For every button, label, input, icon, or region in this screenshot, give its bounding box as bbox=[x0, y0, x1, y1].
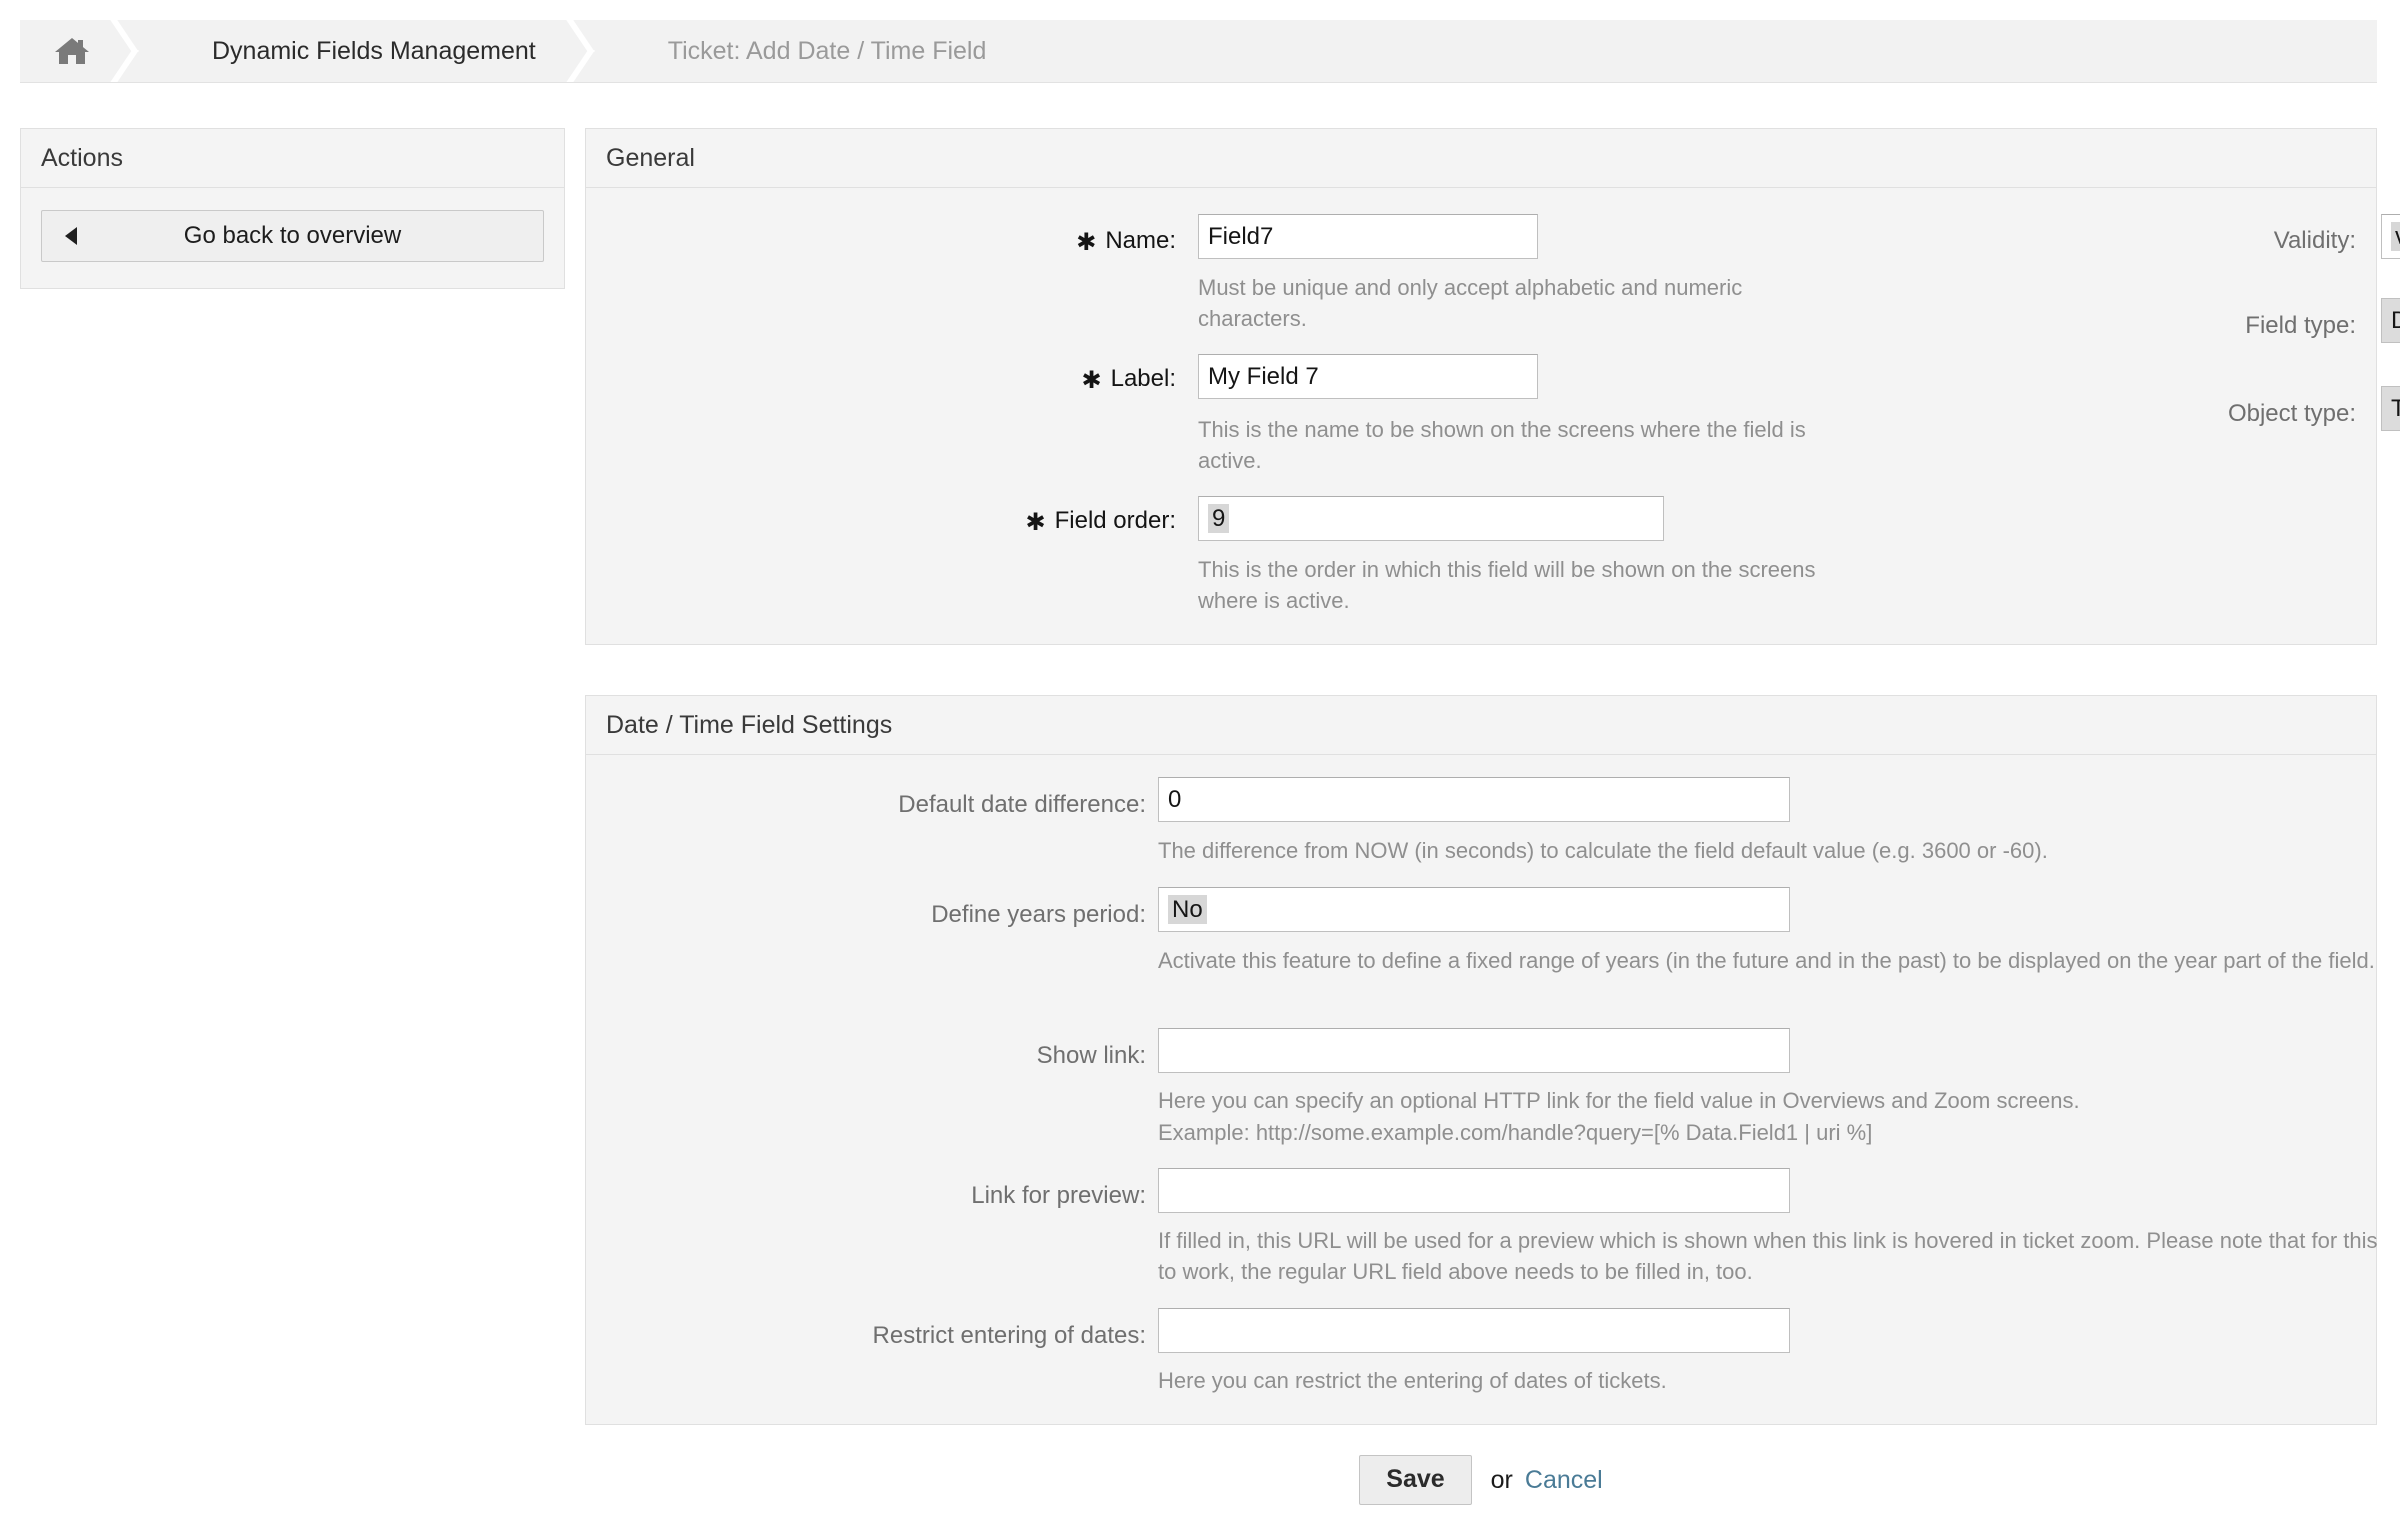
define-years-period-value: No bbox=[1168, 895, 1207, 924]
object-type-label: Object type: bbox=[2227, 400, 2356, 427]
actions-panel-body: Go back to overview bbox=[21, 188, 564, 288]
breadcrumb-item-add-date-time-field: Ticket: Add Date / Time Field bbox=[626, 20, 1031, 82]
general-panel-body: ✱ Name: Field7 Must be unique and only ac… bbox=[586, 188, 2400, 644]
field-order-hint: This is the order in which this field wi… bbox=[1198, 557, 1816, 614]
sidebar: Actions Go back to overview bbox=[20, 128, 565, 289]
content-column: General ✱ Name: Field7 Must be unique and… bbox=[585, 128, 2400, 1425]
or-label: or bbox=[1490, 1465, 1513, 1494]
link-for-preview-label: Link for preview: bbox=[971, 1182, 1146, 1209]
define-years-period-hint: Activate this feature to define a fixed … bbox=[1158, 948, 2375, 973]
name-input-wrap: Field7 bbox=[1198, 214, 1538, 259]
breadcrumb-label: Dynamic Fields Management bbox=[212, 36, 536, 65]
label-input-wrap: My Field 7 bbox=[1198, 354, 1538, 399]
show-link-hint: Here you can specify an optional HTTP li… bbox=[1158, 1088, 2080, 1113]
link-for-preview-input[interactable] bbox=[1158, 1168, 1790, 1213]
default-date-difference-label: Default date difference: bbox=[898, 791, 1146, 818]
show-link-label-wrap: Show link: bbox=[586, 1033, 1146, 1068]
required-marker-icon: ✱ bbox=[1025, 509, 1046, 536]
label-input[interactable]: My Field 7 bbox=[1198, 354, 1538, 399]
field-type-input-wrap: Date / Time bbox=[2381, 298, 2400, 343]
breadcrumb-separator-1 bbox=[124, 20, 170, 82]
field-order-label: ✱ Field order: bbox=[1025, 507, 1177, 536]
define-years-period-input-wrap: No bbox=[1158, 887, 1790, 932]
actions-panel: Actions Go back to overview bbox=[20, 128, 565, 289]
define-years-period-label-wrap: Define years period: bbox=[586, 892, 1146, 927]
date-time-field-settings-panel: Date / Time Field Settings Default date … bbox=[585, 695, 2378, 1425]
default-date-difference-input-wrap: 0 bbox=[1158, 777, 1790, 822]
validity-label: Validity: bbox=[2273, 227, 2356, 254]
show-link-label: Show link: bbox=[1036, 1042, 1146, 1069]
general-panel-header: General bbox=[586, 129, 2376, 188]
breadcrumb: Dynamic Fields Management Ticket: Add Da… bbox=[20, 20, 2377, 83]
define-years-period-select[interactable]: No bbox=[1158, 887, 1790, 932]
name-label: ✱ Name: bbox=[1076, 227, 1176, 256]
restrict-entering-of-dates-input-wrap bbox=[1158, 1308, 1790, 1353]
default-date-difference-hint: The difference from NOW (in seconds) to … bbox=[1158, 838, 2048, 863]
restrict-entering-of-dates-input[interactable] bbox=[1158, 1308, 1790, 1353]
object-type-value: Ticket bbox=[2381, 386, 2400, 431]
caret-left-icon bbox=[65, 227, 77, 245]
field-order-value: 9 bbox=[1208, 504, 1230, 533]
save-button[interactable]: Save bbox=[1359, 1455, 1472, 1505]
label-label-wrap: ✱ Label: bbox=[586, 356, 1177, 394]
cancel-link[interactable]: Cancel bbox=[1525, 1466, 1603, 1495]
show-link-input-wrap bbox=[1158, 1028, 1790, 1073]
breadcrumb-label: Ticket: Add Date / Time Field bbox=[667, 36, 987, 65]
restrict-entering-of-dates-label: Restrict entering of dates: bbox=[872, 1322, 1146, 1349]
general-panel: General ✱ Name: Field7 Must be unique and… bbox=[585, 128, 2400, 645]
link-for-preview-input-wrap bbox=[1158, 1168, 1790, 1213]
field-type-value: Date / Time bbox=[2381, 298, 2400, 343]
link-for-preview-label-wrap: Link for preview: bbox=[586, 1173, 1146, 1208]
name-input[interactable]: Field7 bbox=[1198, 214, 1538, 259]
restrict-entering-of-dates-hint: Here you can restrict the entering of da… bbox=[1158, 1368, 1667, 1393]
field-type-label-wrap: Field type: bbox=[1676, 303, 2356, 338]
name-label-wrap: ✱ Name: bbox=[586, 218, 1176, 256]
validity-input-wrap: valid bbox=[2381, 214, 2400, 259]
validity-select[interactable]: valid bbox=[2381, 214, 2400, 259]
settings-panel-body: Default date difference: 0 The differenc… bbox=[586, 755, 2378, 1424]
object-type-label-wrap: Object type: bbox=[1676, 391, 2356, 426]
validity-value: valid bbox=[2391, 222, 2400, 251]
link-for-preview-hint: If filled in, this URL will be used for … bbox=[1158, 1228, 2378, 1285]
define-years-period-label: Define years period: bbox=[931, 901, 1146, 928]
go-back-to-overview-label: Go back to overview bbox=[183, 222, 402, 249]
breadcrumb-separator-2 bbox=[580, 20, 626, 82]
actions-panel-header: Actions bbox=[21, 129, 564, 188]
breadcrumb-home[interactable] bbox=[20, 20, 124, 82]
object-type-input-wrap: Ticket bbox=[2381, 386, 2400, 431]
field-type-label: Field type: bbox=[2245, 312, 2356, 339]
home-icon bbox=[54, 35, 90, 67]
required-marker-icon: ✱ bbox=[1076, 229, 1097, 256]
show-link-input[interactable] bbox=[1158, 1028, 1790, 1073]
default-date-difference-input[interactable]: 0 bbox=[1158, 777, 1790, 822]
label-field-label: ✱ Label: bbox=[1081, 365, 1177, 394]
validity-label-wrap: Validity: bbox=[1676, 218, 2356, 253]
go-back-to-overview-button[interactable]: Go back to overview bbox=[41, 210, 544, 262]
field-order-label-wrap: ✱ Field order: bbox=[586, 498, 1177, 536]
form-footer: Save or Cancel bbox=[585, 1455, 2377, 1505]
breadcrumb-item-dynamic-fields-management[interactable]: Dynamic Fields Management bbox=[170, 20, 580, 82]
restrict-entering-of-dates-label-wrap: Restrict entering of dates: bbox=[586, 1313, 1146, 1348]
settings-panel-header: Date / Time Field Settings bbox=[586, 696, 2376, 755]
field-order-input-wrap: 9 bbox=[1198, 496, 1664, 541]
field-order-select[interactable]: 9 bbox=[1198, 496, 1664, 541]
required-marker-icon: ✱ bbox=[1081, 367, 1102, 394]
default-date-difference-label-wrap: Default date difference: bbox=[586, 782, 1146, 817]
show-link-hint-example: Example: http://some.example.com/handle?… bbox=[1158, 1120, 1873, 1145]
